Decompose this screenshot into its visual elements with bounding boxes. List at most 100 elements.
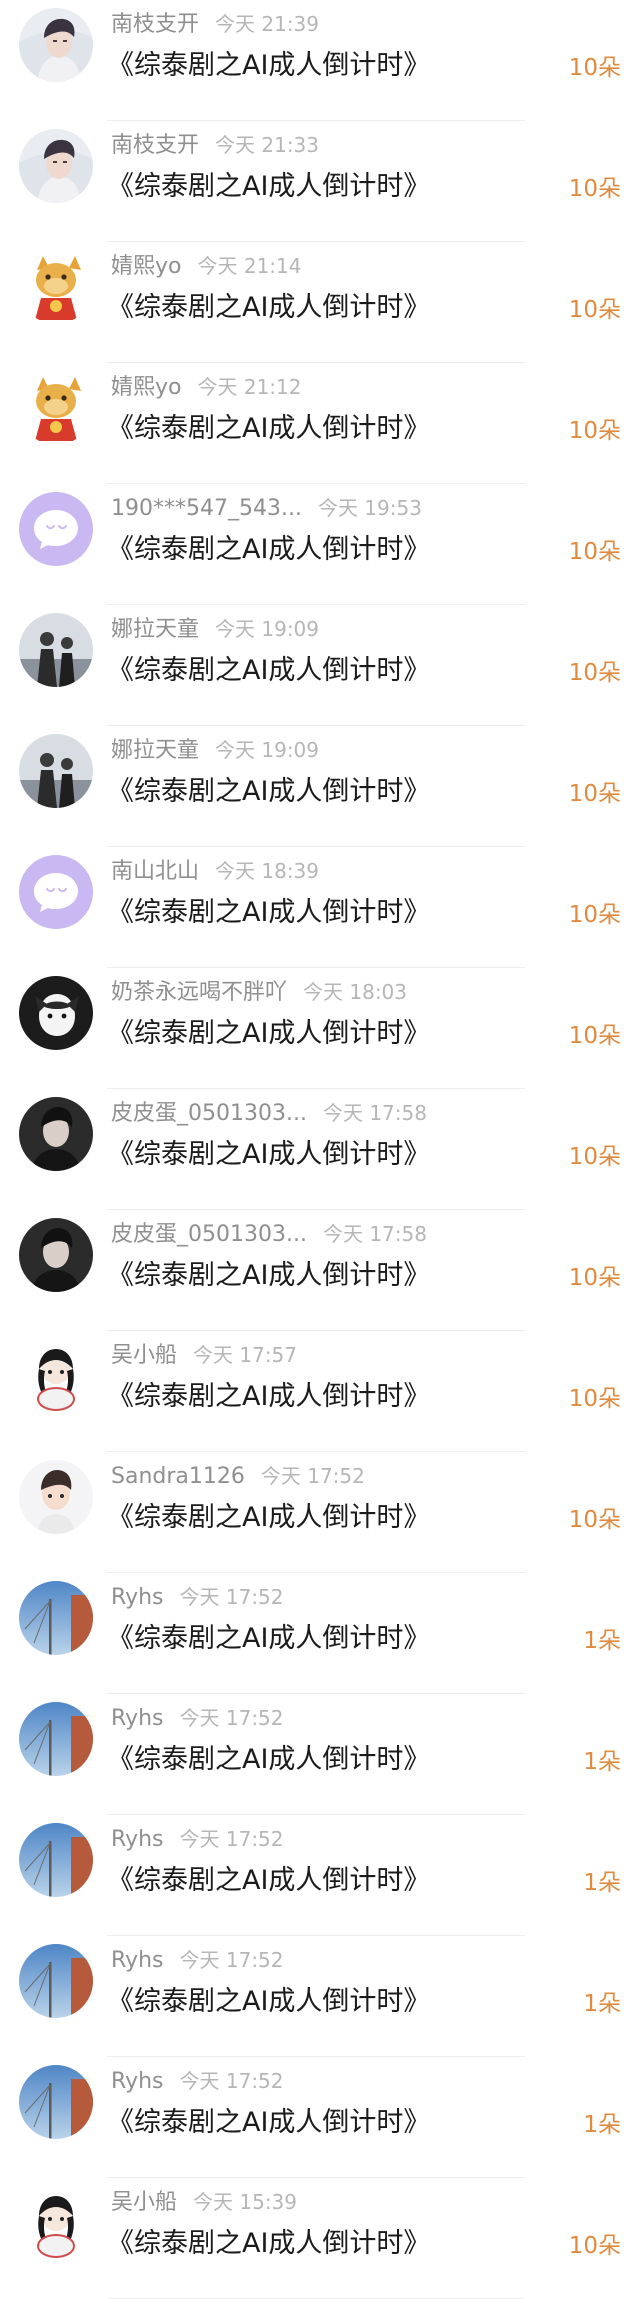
- timestamp: 今天 21:39: [215, 12, 320, 36]
- record-meta: Ryhs 今天 17:52: [111, 1825, 284, 1855]
- record-meta: 奶茶永远喝不胖吖 今天 18:03: [111, 978, 407, 1008]
- work-title: 《综泰剧之AI成人倒计时》: [107, 1502, 431, 1533]
- timestamp: 今天 17:52: [179, 2069, 284, 2093]
- timestamp: 今天 17:57: [193, 1343, 298, 1367]
- username[interactable]: 南枝支开: [111, 12, 199, 37]
- avatar[interactable]: [19, 613, 93, 687]
- list-item[interactable]: 婧熙yo 今天 21:12 《综泰剧之AI成人倒计时》 10朵: [0, 363, 640, 484]
- record-meta: 南枝支开 今天 21:33: [111, 131, 319, 161]
- work-title: 《综泰剧之AI成人倒计时》: [107, 2228, 431, 2259]
- list-item[interactable]: 南枝支开 今天 21:33 《综泰剧之AI成人倒计时》 10朵: [0, 121, 640, 242]
- avatar[interactable]: [19, 976, 93, 1050]
- avatar[interactable]: [19, 1218, 93, 1292]
- username[interactable]: 皮皮蛋_0501303...: [111, 1222, 307, 1247]
- timestamp: 今天 18:39: [215, 859, 320, 883]
- avatar[interactable]: [19, 492, 93, 566]
- timestamp: 今天 17:52: [179, 1585, 284, 1609]
- username[interactable]: 南山北山: [111, 859, 199, 884]
- timestamp: 今天 17:58: [322, 1101, 427, 1125]
- username[interactable]: 南枝支开: [111, 133, 199, 158]
- avatar[interactable]: [19, 1581, 93, 1655]
- username[interactable]: Ryhs: [111, 1706, 164, 1731]
- flower-amount: 1朵: [583, 1749, 621, 1775]
- record-meta: 190***547_543... 今天 19:53: [111, 494, 422, 524]
- list-item[interactable]: 奶茶永远喝不胖吖 今天 18:03 《综泰剧之AI成人倒计时》 10朵: [0, 968, 640, 1089]
- flower-amount: 10朵: [568, 539, 621, 565]
- list-item[interactable]: Ryhs 今天 17:52 《综泰剧之AI成人倒计时》 1朵: [0, 1815, 640, 1936]
- timestamp: 今天 17:52: [179, 1948, 284, 1972]
- username[interactable]: Ryhs: [111, 2069, 164, 2094]
- list-item[interactable]: 190***547_543... 今天 19:53 《综泰剧之AI成人倒计时》 10朵: [0, 484, 640, 605]
- work-title: 《综泰剧之AI成人倒计时》: [107, 776, 431, 807]
- timestamp: 今天 17:52: [260, 1464, 365, 1488]
- list-item[interactable]: 南枝支开 今天 21:39 《综泰剧之AI成人倒计时》 10朵: [0, 0, 640, 121]
- list-item[interactable]: Sandra1126 今天 17:52 《综泰剧之AI成人倒计时》 10朵: [0, 1452, 640, 1573]
- username[interactable]: Sandra1126: [111, 1464, 245, 1489]
- username[interactable]: Ryhs: [111, 1948, 164, 1973]
- list-item[interactable]: Ryhs 今天 17:52 《综泰剧之AI成人倒计时》 1朵: [0, 1694, 640, 1815]
- username[interactable]: 皮皮蛋_0501303...: [111, 1101, 307, 1126]
- avatar[interactable]: [19, 8, 93, 82]
- list-item[interactable]: 皮皮蛋_0501303... 今天 17:58 《综泰剧之AI成人倒计时》 10朵: [0, 1210, 640, 1331]
- record-meta: 婧熙yo 今天 21:14: [111, 252, 301, 282]
- username[interactable]: 婧熙yo: [111, 254, 181, 279]
- timestamp: 今天 15:39: [193, 2190, 298, 2214]
- list-item[interactable]: Ryhs 今天 17:52 《综泰剧之AI成人倒计时》 1朵: [0, 2057, 640, 2178]
- avatar[interactable]: [19, 1339, 93, 1413]
- record-meta: 娜拉天童 今天 19:09: [111, 615, 319, 645]
- avatar[interactable]: [19, 734, 93, 808]
- record-meta: Sandra1126 今天 17:52: [111, 1462, 365, 1492]
- username[interactable]: Ryhs: [111, 1827, 164, 1852]
- flower-amount: 10朵: [568, 176, 621, 202]
- list-item[interactable]: 皮皮蛋_0501303... 今天 17:58 《综泰剧之AI成人倒计时》 10朵: [0, 1089, 640, 1210]
- flower-amount: 10朵: [568, 1507, 621, 1533]
- username[interactable]: 吴小船: [111, 1343, 177, 1368]
- record-meta: 南山北山 今天 18:39: [111, 857, 319, 887]
- list-item[interactable]: 婧熙yo 今天 21:14 《综泰剧之AI成人倒计时》 10朵: [0, 242, 640, 363]
- avatar[interactable]: [19, 1097, 93, 1171]
- work-title: 《综泰剧之AI成人倒计时》: [107, 413, 431, 444]
- work-title: 《综泰剧之AI成人倒计时》: [107, 2107, 431, 2138]
- avatar[interactable]: [19, 250, 93, 324]
- flower-amount: 10朵: [568, 418, 621, 444]
- record-meta: Ryhs 今天 17:52: [111, 2067, 284, 2097]
- flower-amount: 1朵: [583, 1991, 621, 2017]
- timestamp: 今天 17:52: [179, 1827, 284, 1851]
- avatar[interactable]: [19, 129, 93, 203]
- list-item[interactable]: 娜拉天童 今天 19:09 《综泰剧之AI成人倒计时》 10朵: [0, 605, 640, 726]
- avatar[interactable]: [19, 1702, 93, 1776]
- list-item[interactable]: 娜拉天童 今天 19:09 《综泰剧之AI成人倒计时》 10朵: [0, 726, 640, 847]
- avatar[interactable]: [19, 1460, 93, 1534]
- list-item[interactable]: 吴小船 今天 17:57 《综泰剧之AI成人倒计时》 10朵: [0, 1331, 640, 1452]
- work-title: 《综泰剧之AI成人倒计时》: [107, 1744, 431, 1775]
- username[interactable]: 娜拉天童: [111, 617, 199, 642]
- avatar[interactable]: [19, 1823, 93, 1897]
- avatar[interactable]: [19, 855, 93, 929]
- list-item[interactable]: 吴小船 今天 15:39 《综泰剧之AI成人倒计时》 10朵: [0, 2178, 640, 2299]
- gift-record-list: 南枝支开 今天 21:39 《综泰剧之AI成人倒计时》 10朵 南枝支开 今天 21:33…: [0, 0, 640, 2299]
- record-meta: 皮皮蛋_0501303... 今天 17:58: [111, 1220, 427, 1250]
- username[interactable]: 奶茶永远喝不胖吖: [111, 980, 287, 1005]
- username[interactable]: 婧熙yo: [111, 375, 181, 400]
- list-item[interactable]: Ryhs 今天 17:52 《综泰剧之AI成人倒计时》 1朵: [0, 1573, 640, 1694]
- flower-amount: 10朵: [568, 55, 621, 81]
- timestamp: 今天 21:33: [215, 133, 320, 157]
- username[interactable]: 吴小船: [111, 2190, 177, 2215]
- work-title: 《综泰剧之AI成人倒计时》: [107, 292, 431, 323]
- username[interactable]: 娜拉天童: [111, 738, 199, 763]
- avatar[interactable]: [19, 371, 93, 445]
- list-item[interactable]: 南山北山 今天 18:39 《综泰剧之AI成人倒计时》 10朵: [0, 847, 640, 968]
- flower-amount: 10朵: [568, 2233, 621, 2259]
- username[interactable]: Ryhs: [111, 1585, 164, 1610]
- username[interactable]: 190***547_543...: [111, 496, 302, 521]
- flower-amount: 10朵: [568, 1265, 621, 1291]
- timestamp: 今天 19:09: [215, 738, 320, 762]
- avatar[interactable]: [19, 2065, 93, 2139]
- timestamp: 今天 18:03: [303, 980, 408, 1004]
- work-title: 《综泰剧之AI成人倒计时》: [107, 1623, 431, 1654]
- avatar[interactable]: [19, 2186, 93, 2260]
- timestamp: 今天 21:12: [197, 375, 302, 399]
- list-item[interactable]: Ryhs 今天 17:52 《综泰剧之AI成人倒计时》 1朵: [0, 1936, 640, 2057]
- work-title: 《综泰剧之AI成人倒计时》: [107, 1381, 431, 1412]
- avatar[interactable]: [19, 1944, 93, 2018]
